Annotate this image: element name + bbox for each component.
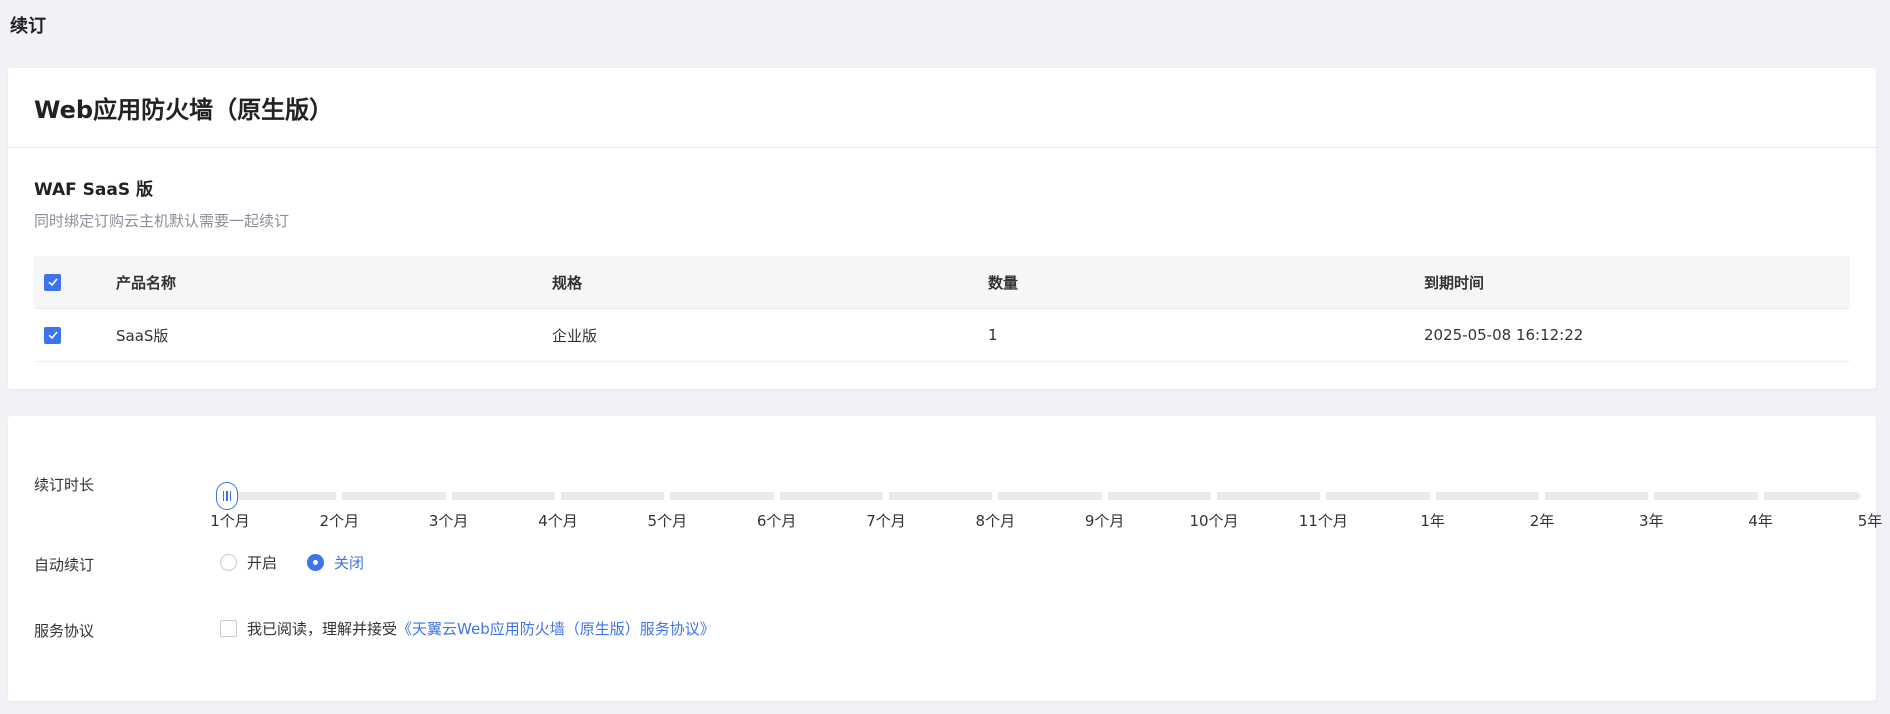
duration-ticks: 1个月 2个月 3个月 4个月 5个月 6个月 7个月 8个月 9个月 10个月 11个月 1年 2年 3…	[210, 510, 1882, 534]
duration-tick[interactable]: 8个月	[976, 510, 1016, 531]
duration-tick[interactable]: 4个月	[538, 510, 578, 531]
slider-segment-gap	[1757, 490, 1764, 502]
duration-label: 续订时长	[34, 476, 95, 494]
agreement-row: 我已阅读，理解并接受 《天翼云Web应用防火墙（原生版）服务协议》	[220, 618, 715, 639]
slider-segment-gap	[1648, 490, 1655, 502]
duration-tick[interactable]: 2个月	[320, 510, 360, 531]
table-header-row: 产品名称 规格 数量 到期时间	[34, 256, 1850, 309]
agreement-text: 我已阅读，理解并接受	[247, 620, 398, 638]
slider-segment-gap	[1211, 490, 1217, 502]
duration-tick[interactable]: 10个月	[1189, 510, 1238, 531]
header-name: 产品名称	[116, 273, 177, 292]
header-spec: 规格	[552, 273, 583, 292]
duration-tick[interactable]: 5年	[1858, 510, 1883, 531]
duration-tick[interactable]: 5个月	[648, 510, 688, 531]
header-qty: 数量	[988, 273, 1019, 292]
select-all-checkbox[interactable]	[44, 273, 61, 291]
renewal-card: 续订时长 1个月 2个月 3个月 4个月 5个月 6个月 7个月 8个月 9个月 10个月 11个月…	[8, 416, 1882, 701]
row-checkbox[interactable]	[44, 326, 61, 344]
slider-segment-gap	[883, 490, 889, 502]
slider-track[interactable]	[220, 492, 1860, 500]
slider-segment-gap	[336, 490, 343, 502]
agreement-checkbox[interactable]	[220, 620, 237, 637]
radio-on[interactable]: 开启	[220, 552, 277, 573]
slider-segment-gap	[1101, 490, 1108, 502]
radio-circle[interactable]	[220, 554, 237, 571]
duration-tick[interactable]: 9个月	[1085, 510, 1125, 531]
slider-segment-gap	[1539, 490, 1545, 502]
agreement-link[interactable]: 《天翼云Web应用防火墙（原生版）服务协议》	[397, 618, 715, 639]
product-header: Web应用防火墙（原生版）	[8, 68, 1876, 148]
duration-slider[interactable]	[216, 480, 1860, 510]
duration-tick[interactable]: 4年	[1748, 510, 1773, 531]
agreement-label: 服务协议	[34, 622, 95, 640]
header-expire: 到期时间	[1424, 273, 1485, 292]
duration-tick[interactable]: 1年	[1420, 510, 1445, 531]
duration-tick[interactable]: 7个月	[866, 510, 906, 531]
radio-circle-selected[interactable]	[307, 554, 325, 571]
duration-tick[interactable]: 3个月	[429, 510, 469, 531]
slider-segment-gap	[992, 490, 999, 502]
slider-segment-gap	[664, 490, 671, 502]
table-row: SaaS版 企业版 1 2025-05-08 16:12:22	[34, 309, 1850, 362]
radio-off[interactable]: 关闭	[307, 552, 364, 573]
radio-label-on: 开启	[247, 554, 278, 572]
slider-segment-gap	[1429, 490, 1436, 502]
product-title: Web应用防火墙（原生版）	[34, 96, 334, 124]
product-table: 产品名称 规格 数量 到期时间 SaaS版 企业版 1 2025-05-08 1…	[34, 256, 1850, 362]
cell-spec: 企业版	[552, 326, 598, 345]
slider-segment-gap	[1320, 490, 1327, 502]
page-title: 续订	[10, 16, 46, 37]
check-icon	[47, 278, 58, 287]
duration-tick[interactable]: 6个月	[757, 510, 797, 531]
auto-renew-radio-group: 开启 关闭	[220, 552, 394, 573]
section-description: 同时绑定订购云主机默认需要一起续订	[34, 212, 290, 230]
product-card: Web应用防火墙（原生版） WAF SaaS 版 同时绑定订购云主机默认需要一起…	[8, 68, 1876, 389]
radio-label-off: 关闭	[334, 554, 365, 572]
slider-segment-gap	[555, 490, 561, 502]
slider-segment-gap	[445, 490, 452, 502]
duration-tick[interactable]: 11个月	[1299, 510, 1348, 531]
duration-tick[interactable]: 2年	[1530, 510, 1555, 531]
slider-segment-gap	[773, 490, 780, 502]
duration-tick[interactable]: 1个月	[210, 510, 250, 531]
auto-renew-label: 自动续订	[34, 556, 95, 574]
section-title: WAF SaaS 版	[34, 180, 154, 200]
slider-handle[interactable]	[216, 482, 238, 510]
cell-name: SaaS版	[116, 326, 169, 345]
check-icon	[47, 331, 58, 340]
cell-qty: 1	[988, 326, 998, 344]
cell-expire: 2025-05-08 16:12:22	[1424, 326, 1584, 344]
duration-tick[interactable]: 3年	[1639, 510, 1664, 531]
